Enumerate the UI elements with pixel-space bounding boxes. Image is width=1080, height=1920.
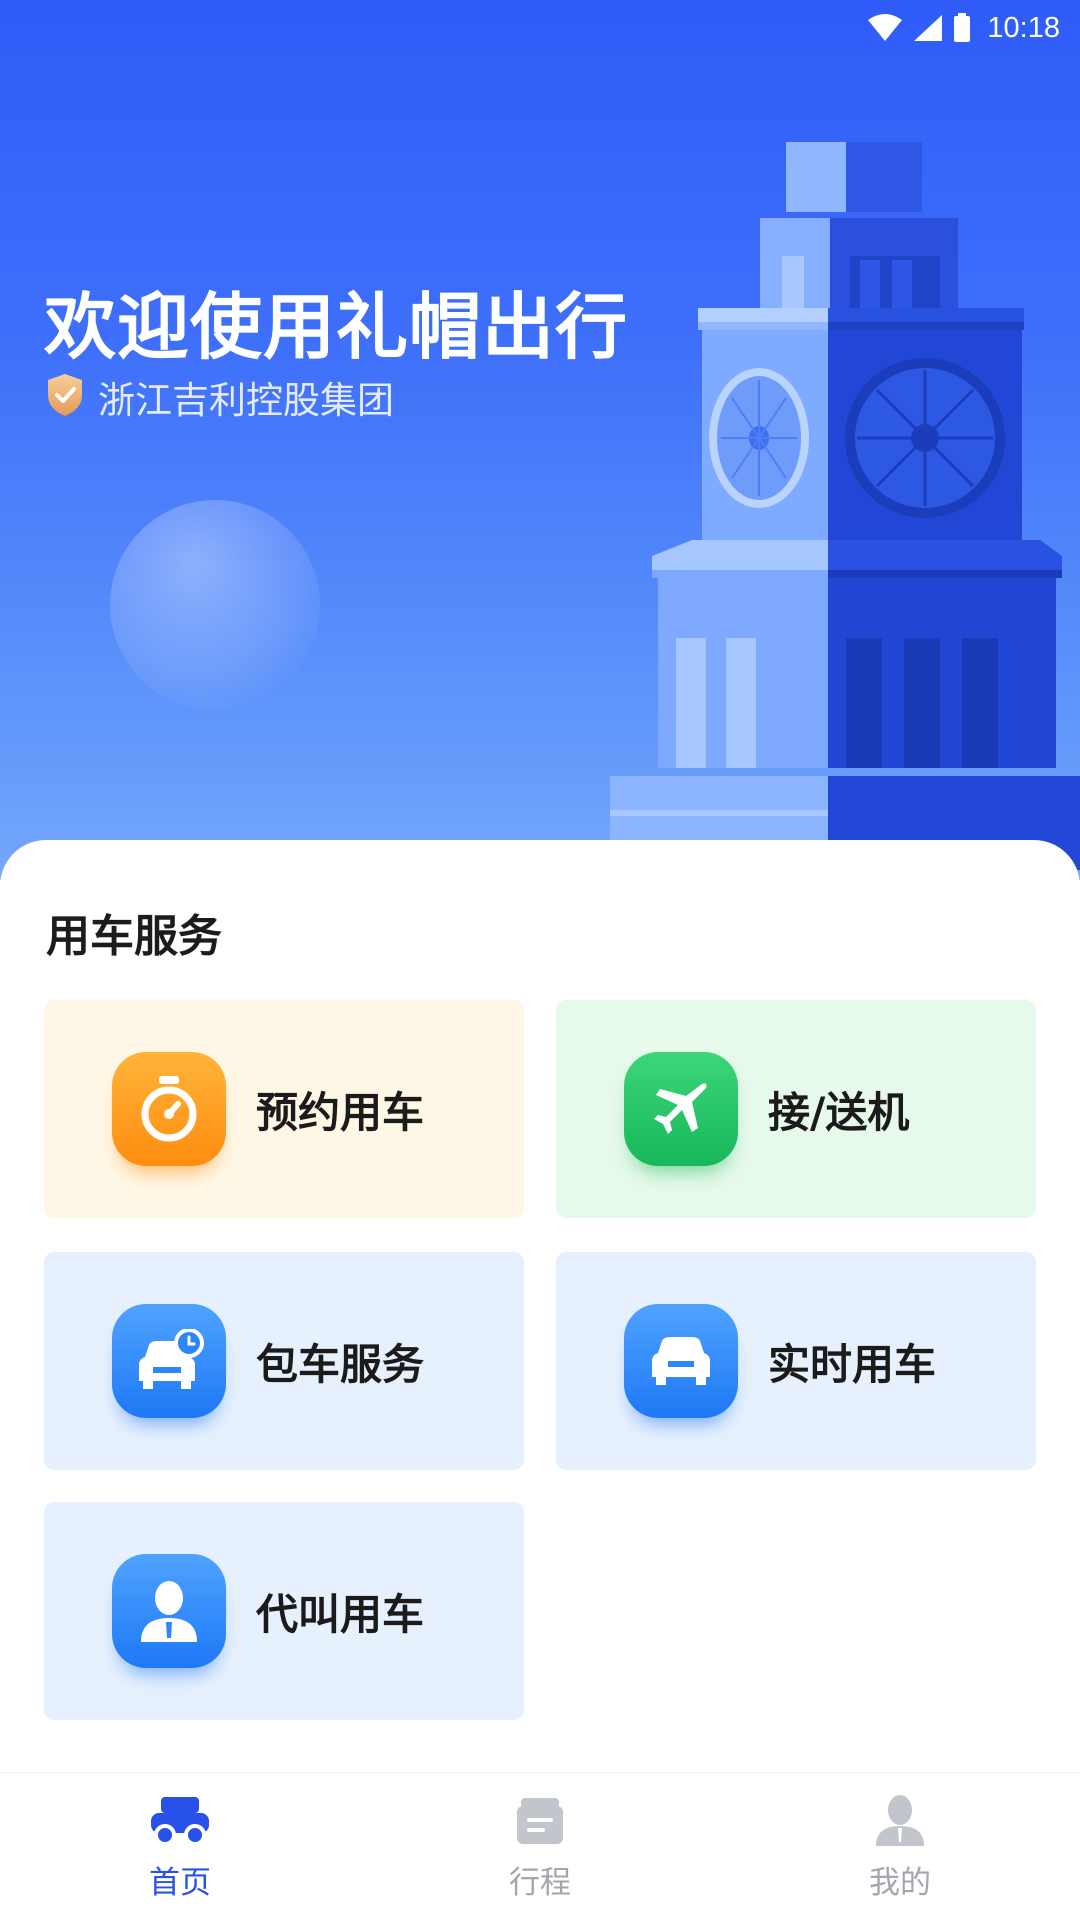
service-tile-airport[interactable]: 接/送机 xyxy=(556,1000,1036,1218)
service-tile-proxy[interactable]: 代叫用车 xyxy=(44,1502,524,1720)
tab-home[interactable]: 首页 xyxy=(0,1773,360,1920)
service-label: 实时用车 xyxy=(768,1339,937,1389)
airplane-icon xyxy=(624,1052,738,1166)
app-screen: 10:18 欢迎使用礼帽出行 浙江吉利控股集团 用车服务 预约用车 接/送机 包… xyxy=(0,0,1080,1920)
shield-check-icon xyxy=(46,373,84,421)
service-tile-reserve[interactable]: 预约用车 xyxy=(44,1000,524,1218)
hero-banner: 10:18 欢迎使用礼帽出行 浙江吉利控股集团 xyxy=(0,0,1080,880)
service-label: 接/送机 xyxy=(768,1087,910,1137)
tab-profile[interactable]: 我的 xyxy=(720,1773,1080,1920)
battery-icon xyxy=(953,13,971,43)
user-profile-icon xyxy=(868,1793,932,1849)
clock-tower-illustration xyxy=(600,130,1080,874)
status-time: 10:18 xyxy=(987,11,1060,44)
tab-label: 行程 xyxy=(509,1865,571,1901)
car-clock-icon xyxy=(112,1304,226,1418)
decorative-orb xyxy=(110,500,320,710)
tab-label: 首页 xyxy=(149,1865,211,1901)
company-name: 浙江吉利控股集团 xyxy=(98,379,394,422)
car-home-icon xyxy=(148,1793,212,1849)
person-icon xyxy=(112,1554,226,1668)
status-bar: 10:18 xyxy=(680,0,1080,56)
wifi-icon xyxy=(867,14,903,42)
tab-label: 我的 xyxy=(869,1865,931,1901)
service-tile-charter[interactable]: 包车服务 xyxy=(44,1252,524,1470)
service-label: 代叫用车 xyxy=(256,1589,425,1639)
car-icon xyxy=(624,1304,738,1418)
section-title: 用车服务 xyxy=(46,911,222,962)
services-card: 用车服务 预约用车 接/送机 包车服务 实时用车 代叫用车 xyxy=(0,840,1080,1775)
hero-title: 欢迎使用礼帽出行 xyxy=(44,285,629,369)
signal-icon xyxy=(913,14,943,42)
tab-trips[interactable]: 行程 xyxy=(360,1773,720,1920)
bottom-tab-bar: 首页 行程 我的 xyxy=(0,1772,1080,1920)
hero-subtitle: 浙江吉利控股集团 xyxy=(46,372,394,422)
stopwatch-icon xyxy=(112,1052,226,1166)
service-label: 预约用车 xyxy=(256,1087,425,1137)
service-tile-realtime[interactable]: 实时用车 xyxy=(556,1252,1036,1470)
service-label: 包车服务 xyxy=(256,1339,425,1389)
trip-list-icon xyxy=(508,1793,572,1849)
